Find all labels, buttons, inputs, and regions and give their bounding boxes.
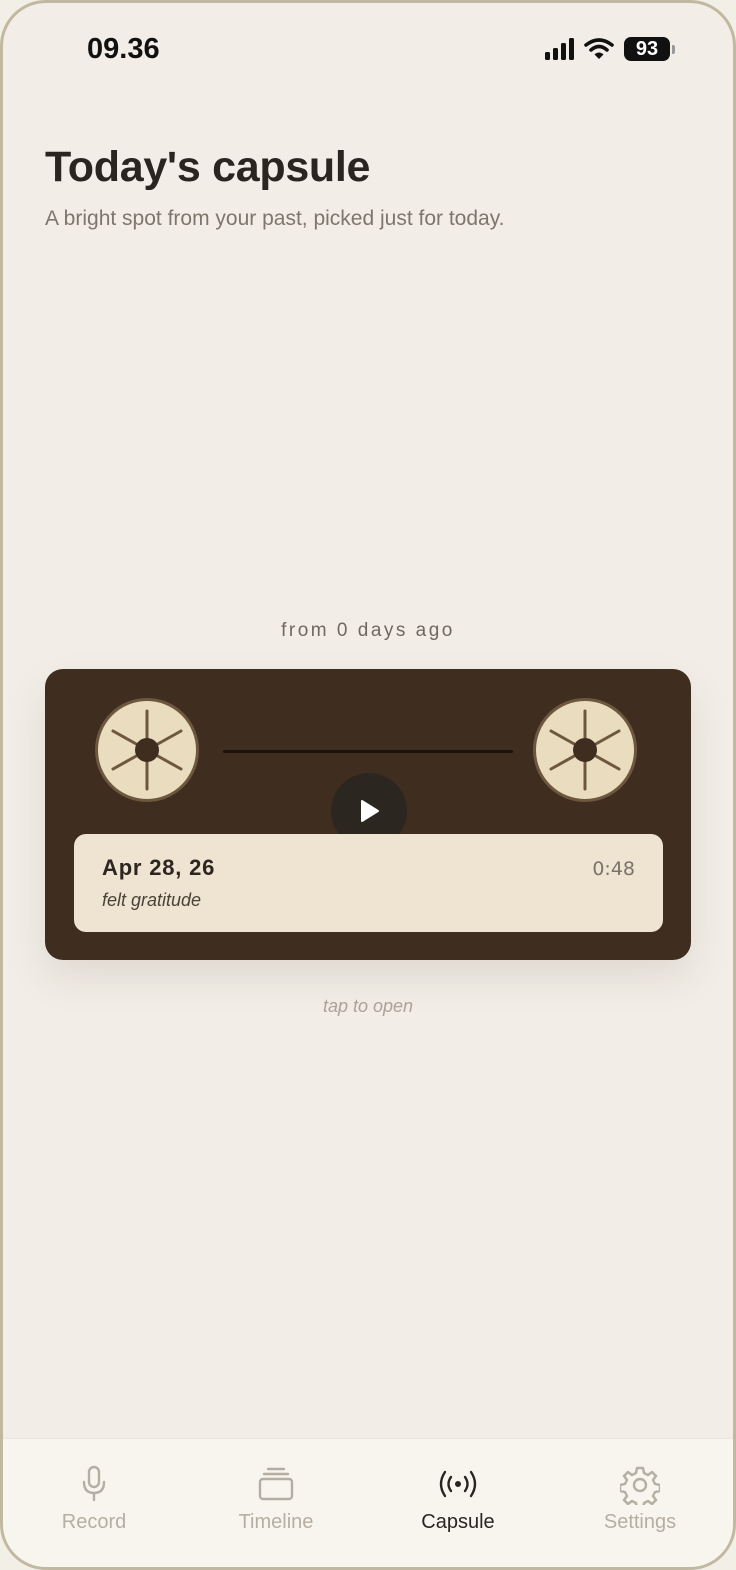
gear-icon [620, 1466, 660, 1505]
play-icon [361, 800, 379, 822]
microphone-icon [82, 1465, 106, 1502]
left-reel-icon [95, 698, 199, 802]
broadcast-icon [439, 1470, 477, 1498]
tape-line [223, 750, 513, 753]
battery-indicator: 93 [624, 37, 670, 61]
tab-settings[interactable]: Settings [549, 1439, 731, 1567]
page-subtitle: A bright spot from your past, picked jus… [45, 207, 505, 230]
page-title: Today's capsule [45, 143, 371, 191]
capsule-cassette-card[interactable]: Apr 28, 26 felt gratitude 0:48 [45, 669, 691, 960]
tab-bar: Record Timeline Capsule Settings [3, 1438, 733, 1567]
right-reel-icon [533, 698, 637, 802]
tab-timeline-label: Timeline [238, 1511, 314, 1533]
tab-record[interactable]: Record [3, 1439, 185, 1567]
tab-timeline[interactable]: Timeline [185, 1439, 367, 1567]
tap-to-open-hint: tap to open [322, 996, 414, 1016]
status-icons: 93 [545, 37, 675, 61]
capsule-age-label: from 0 days ago [281, 620, 455, 641]
wifi-icon [584, 38, 614, 59]
tab-capsule[interactable]: Capsule [367, 1439, 549, 1567]
tab-record-label: Record [61, 1511, 127, 1533]
capsule-duration: 0:48 [592, 858, 635, 880]
capsule-info-card[interactable]: Apr 28, 26 felt gratitude 0:48 [74, 834, 663, 932]
signal-icon [545, 38, 574, 60]
tab-settings-label: Settings [603, 1511, 677, 1533]
status-time: 09.36 [87, 33, 160, 65]
tab-capsule-label: Capsule [421, 1511, 495, 1533]
capsule-date: Apr 28, 26 [102, 855, 216, 880]
capsule-note: felt gratitude [102, 890, 202, 910]
battery-cap [672, 44, 675, 54]
stack-icon [258, 1467, 294, 1501]
phone-screen: 09.36 93 Today's capsule A bright spot f… [0, 0, 736, 1570]
